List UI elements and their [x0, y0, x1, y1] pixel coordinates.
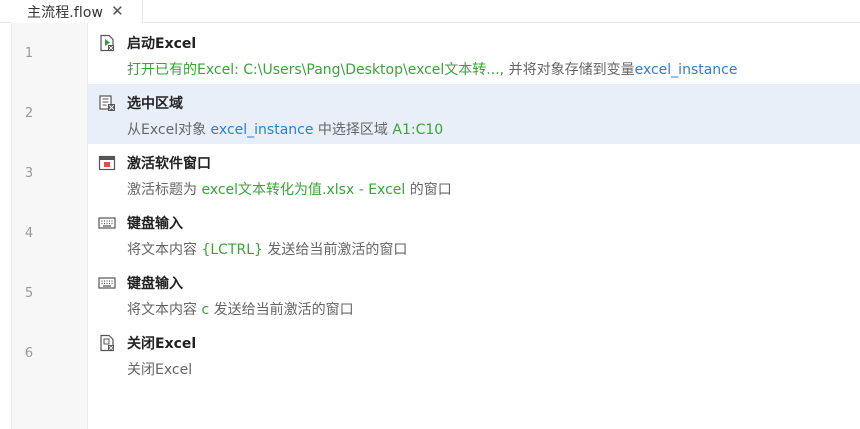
step-description: 打开已有的Excel: C:\Users\Pang\Desktop\excel文… [127, 59, 738, 79]
desc-text: 发送给当前激活的窗口 [209, 302, 354, 318]
flow-step[interactable]: 6 关闭Excel 关闭Excel [11, 324, 860, 384]
step-list: 1 启动Excel 打开已有的Excel: C:\Users\Pang\Desk… [11, 24, 860, 384]
step-title: 激活软件窗口 [127, 156, 211, 172]
flow-editor: 1 启动Excel 打开已有的Excel: C:\Users\Pang\Desk… [11, 23, 860, 429]
line-number: 3 [24, 166, 34, 181]
step-description: 将文本内容 {LCTRL} 发送给当前激活的窗口 [127, 239, 407, 259]
step-description: 将文本内容 c 发送给当前激活的窗口 [127, 299, 354, 319]
line-number: 2 [24, 106, 34, 121]
desc-text: 关闭Excel [127, 362, 193, 378]
step-description: 激活标题为 excel文本转化为值.xlsx - Excel 的窗口 [127, 179, 452, 199]
step-title: 键盘输入 [127, 276, 183, 292]
step-title: 键盘输入 [127, 216, 183, 232]
variable-name: excel_instance [634, 62, 738, 78]
flow-step[interactable]: 3 激活软件窗口 激活标题为 excel文本转化为值.xlsx - Excel … [11, 144, 860, 204]
line-number: 1 [24, 46, 34, 61]
close-icon[interactable]: ✕ [111, 4, 124, 19]
key-value: {LCTRL} [201, 242, 263, 258]
excel-close-icon [100, 334, 114, 352]
desc-text: 中选择区域 [313, 122, 393, 138]
keyboard-icon [98, 277, 116, 289]
excel-launch-icon [100, 34, 114, 52]
desc-text: 发送给当前激活的窗口 [262, 242, 408, 258]
desc-text: , 并将对象存储到变量 [499, 62, 635, 78]
keyboard-icon [98, 217, 116, 229]
step-title: 关闭Excel [127, 336, 197, 352]
tab-main-flow[interactable]: 主流程.flow ✕ [11, 0, 143, 23]
line-number: 4 [24, 226, 34, 241]
flow-step[interactable]: 2 选中区域 从Excel对象 excel_instance 中选择区域 A1:… [11, 84, 860, 144]
desc-text: 将文本内容 [127, 242, 202, 258]
step-content[interactable]: 启动Excel 打开已有的Excel: C:\Users\Pang\Deskto… [88, 24, 860, 84]
variable-name: excel_instance [210, 122, 314, 138]
tab-label: 主流程.flow [27, 4, 104, 21]
step-content[interactable]: 关闭Excel 关闭Excel [88, 324, 860, 384]
step-content[interactable]: 键盘输入 将文本内容 {LCTRL} 发送给当前激活的窗口 [88, 204, 860, 264]
step-description: 关闭Excel [127, 359, 192, 379]
tab-bar: 主流程.flow ✕ [0, 0, 860, 23]
window-icon [98, 155, 116, 171]
flow-step[interactable]: 1 启动Excel 打开已有的Excel: C:\Users\Pang\Desk… [11, 24, 860, 84]
desc-text: 的窗口 [405, 182, 452, 198]
line-number: 6 [24, 346, 34, 361]
desc-text: 激活标题为 [127, 182, 202, 198]
step-content[interactable]: 选中区域 从Excel对象 excel_instance 中选择区域 A1:C1… [88, 84, 860, 144]
step-title: 选中区域 [127, 96, 183, 112]
step-content[interactable]: 激活软件窗口 激活标题为 excel文本转化为值.xlsx - Excel 的窗… [88, 144, 860, 204]
key-value: c [201, 302, 210, 318]
step-title: 启动Excel [127, 36, 197, 52]
line-number: 5 [24, 286, 34, 301]
file-path: 打开已有的Excel: C:\Users\Pang\Desktop\excel文… [127, 62, 500, 78]
window-title-value: excel文本转化为值.xlsx - Excel [201, 182, 406, 198]
step-description: 从Excel对象 excel_instance 中选择区域 A1:C10 [127, 119, 443, 139]
range-value: A1:C10 [392, 122, 444, 138]
step-content[interactable]: 键盘输入 将文本内容 c 发送给当前激活的窗口 [88, 264, 860, 324]
flow-step[interactable]: 5 键盘输入 将文本内容 c 发送给当前激活的窗口 [11, 264, 860, 324]
flow-step[interactable]: 4 键盘输入 将文本内容 {LCTRL} 发送给当前激活的窗口 [11, 204, 860, 264]
desc-text: 将文本内容 [127, 302, 202, 318]
desc-text: 从Excel对象 [127, 122, 211, 138]
select-range-icon [99, 95, 115, 111]
